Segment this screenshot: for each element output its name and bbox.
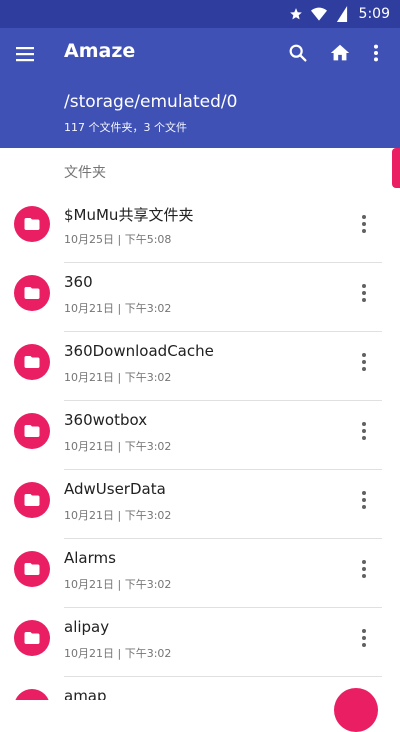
item-date: 10月21日 | 下午3:02 bbox=[64, 440, 172, 453]
list-item[interactable]: 360DownloadCache 10月21日 | 下午3:02 bbox=[0, 332, 400, 401]
list-item[interactable]: 360 10月21日 | 下午3:02 bbox=[0, 263, 400, 332]
folder-icon bbox=[14, 344, 50, 380]
wifi-icon bbox=[310, 7, 327, 21]
item-date: 10月21日 | 下午3:02 bbox=[64, 578, 172, 591]
folder-icon bbox=[14, 689, 50, 700]
folder-icon bbox=[14, 551, 50, 587]
more-vert-icon[interactable] bbox=[354, 419, 374, 443]
scroll-indicator[interactable] bbox=[392, 148, 400, 188]
menu-icon[interactable] bbox=[14, 44, 36, 64]
more-vert-icon[interactable] bbox=[354, 626, 374, 650]
file-list[interactable]: 文件夹 $MuMu共享文件夹 10月25日 | 下午5:08 360 10月21… bbox=[0, 148, 400, 700]
app-title: Amaze bbox=[64, 40, 136, 62]
list-item[interactable]: Alarms 10月21日 | 下午3:02 bbox=[0, 539, 400, 608]
folder-icon bbox=[14, 275, 50, 311]
list-item[interactable]: 360wotbox 10月21日 | 下午3:02 bbox=[0, 401, 400, 470]
folder-icon bbox=[14, 620, 50, 656]
search-icon[interactable] bbox=[287, 42, 309, 64]
item-date: 10月25日 | 下午5:08 bbox=[64, 233, 172, 246]
item-name: $MuMu共享文件夹 bbox=[64, 206, 194, 224]
status-time: 5:09 bbox=[358, 6, 390, 22]
folder-icon bbox=[14, 413, 50, 449]
item-name: 360wotbox bbox=[64, 411, 148, 429]
item-name: AdwUserData bbox=[64, 480, 166, 498]
folder-icon bbox=[14, 206, 50, 242]
item-date: 10月21日 | 下午3:02 bbox=[64, 509, 172, 522]
section-header-folders: 文件夹 bbox=[64, 165, 106, 181]
floating-action-button[interactable] bbox=[334, 688, 378, 732]
item-name: alipay bbox=[64, 618, 110, 636]
star-icon bbox=[289, 7, 303, 21]
more-vert-icon[interactable] bbox=[354, 350, 374, 374]
item-date: 10月21日 | 下午3:02 bbox=[64, 302, 172, 315]
more-vert-icon[interactable] bbox=[354, 488, 374, 512]
more-vert-icon[interactable] bbox=[354, 281, 374, 305]
item-date: 10月21日 | 下午3:02 bbox=[64, 647, 172, 660]
folder-file-count: 117 个文件夹，3 个文件 bbox=[64, 121, 187, 134]
folder-icon bbox=[14, 482, 50, 518]
status-bar: 5:09 bbox=[0, 0, 400, 28]
list-item[interactable]: AdwUserData 10月21日 | 下午3:02 bbox=[0, 470, 400, 539]
more-vert-icon[interactable] bbox=[354, 557, 374, 581]
current-path[interactable]: /storage/emulated/0 bbox=[64, 92, 237, 112]
battery-icon bbox=[335, 6, 349, 22]
list-item[interactable]: $MuMu共享文件夹 10月25日 | 下午5:08 bbox=[0, 194, 400, 263]
item-name: 360DownloadCache bbox=[64, 342, 214, 360]
item-name: amap bbox=[64, 687, 107, 700]
item-date: 10月21日 | 下午3:02 bbox=[64, 371, 172, 384]
home-icon[interactable] bbox=[329, 42, 351, 64]
app-bar: Amaze /storage/emulated/0 117 个文件夹，3 个文件 bbox=[0, 28, 400, 148]
list-item[interactable]: alipay 10月21日 | 下午3:02 bbox=[0, 608, 400, 677]
more-vert-icon[interactable] bbox=[354, 212, 374, 236]
more-vert-icon[interactable] bbox=[366, 42, 386, 64]
item-name: 360 bbox=[64, 273, 93, 291]
item-name: Alarms bbox=[64, 549, 116, 567]
